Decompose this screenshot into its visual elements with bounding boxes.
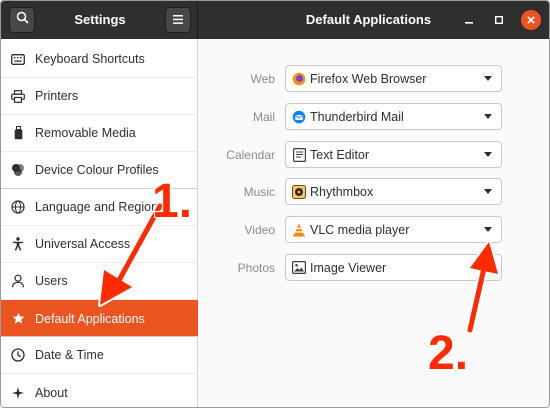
sidebar-item-label: About [35, 385, 68, 400]
web-label: Web [250, 72, 275, 86]
keyboard-icon [1, 53, 35, 65]
sidebar-item-printers[interactable]: Printers [1, 78, 198, 115]
sidebar-item-label: Universal Access [35, 237, 131, 251]
chevron-down-icon [484, 114, 492, 119]
chevron-down-icon [484, 227, 492, 232]
mail-label: Mail [252, 110, 275, 124]
music-app-value: Rhythmbox [310, 184, 374, 199]
sidebar-item-universal-access[interactable]: Universal Access [1, 226, 198, 263]
sidebar-item-label: Printers [35, 89, 79, 103]
minimize-icon [465, 11, 473, 29]
printer-icon [1, 89, 35, 103]
maximize-button[interactable] [489, 10, 509, 30]
sidebar-header: Settings [1, 1, 198, 39]
step-1-label: 1. [151, 174, 193, 229]
video-label: Video [244, 223, 275, 237]
search-icon [16, 11, 29, 29]
accessibility-icon [1, 237, 35, 251]
video-app-dropdown[interactable]: VLC media player [285, 216, 502, 243]
sidebar-item-removable-media[interactable]: Removable Media [1, 115, 198, 152]
video-app-value: VLC media player [310, 222, 410, 237]
sidebar-item-label: Language and Region [35, 200, 159, 214]
sidebar-item-keyboard-shortcuts[interactable]: Keyboard Shortcuts [1, 41, 198, 78]
close-button[interactable] [521, 10, 541, 30]
chevron-down-icon [484, 189, 492, 194]
chevron-down-icon [484, 152, 492, 157]
sidebar-item-label: Users [35, 274, 68, 288]
user-icon [1, 274, 35, 288]
menu-button[interactable] [165, 7, 191, 33]
step-2-label: 2. [427, 326, 469, 381]
sidebar-item-date-time[interactable]: Date & Time [1, 337, 198, 374]
color-profile-icon [1, 163, 35, 177]
globe-icon [1, 200, 35, 214]
music-app-dropdown[interactable]: Rhythmbox [285, 178, 502, 205]
photos-app-value: Image Viewer [310, 260, 387, 275]
maximize-icon [494, 11, 503, 29]
sidebar-item-label: Device Colour Profiles [35, 163, 159, 177]
photos-label: Photos [237, 261, 275, 275]
web-app-value: Firefox Web Browser [310, 71, 427, 86]
star-icon [1, 312, 35, 325]
calendar-label: Calendar [226, 148, 275, 162]
web-app-dropdown[interactable]: Firefox Web Browser [285, 65, 502, 92]
hamburger-menu-icon [173, 11, 183, 29]
thunderbird-icon [292, 110, 306, 124]
panel-title: Default Applications [305, 12, 432, 27]
calendar-app-dropdown[interactable]: Text Editor [285, 141, 502, 168]
chevron-down-icon [484, 76, 492, 81]
default-applications-panel: Web Firefox Web Browser Mail Thunderbird… [199, 39, 549, 407]
text-editor-icon [292, 147, 306, 162]
sidebar-item-label: Keyboard Shortcuts [35, 52, 145, 66]
sidebar-item-label: Removable Media [35, 126, 136, 140]
sidebar-item-users[interactable]: Users [1, 263, 198, 300]
calendar-app-value: Text Editor [310, 147, 370, 162]
sidebar-item-default-applications[interactable]: Default Applications [1, 300, 198, 337]
vlc-icon [292, 223, 306, 237]
sidebar-item-label: Default Applications [35, 311, 145, 326]
music-label: Music [243, 185, 275, 199]
header-bar: Settings Default Applications [1, 1, 549, 39]
firefox-icon [292, 72, 306, 86]
photos-app-dropdown[interactable]: Image Viewer [285, 254, 502, 281]
usb-drive-icon [1, 126, 35, 140]
close-icon [527, 11, 535, 29]
clock-icon [1, 348, 35, 362]
rhythmbox-icon [292, 184, 306, 199]
minimize-button[interactable] [459, 10, 479, 30]
settings-title: Settings [74, 12, 126, 27]
search-button[interactable] [9, 7, 35, 33]
sidebar-item-about[interactable]: About [1, 374, 198, 407]
mail-app-dropdown[interactable]: Thunderbird Mail [285, 103, 502, 130]
sidebar-item-label: Date & Time [35, 348, 104, 362]
image-viewer-icon [292, 261, 306, 275]
about-icon [1, 386, 35, 399]
mail-app-value: Thunderbird Mail [310, 109, 404, 124]
